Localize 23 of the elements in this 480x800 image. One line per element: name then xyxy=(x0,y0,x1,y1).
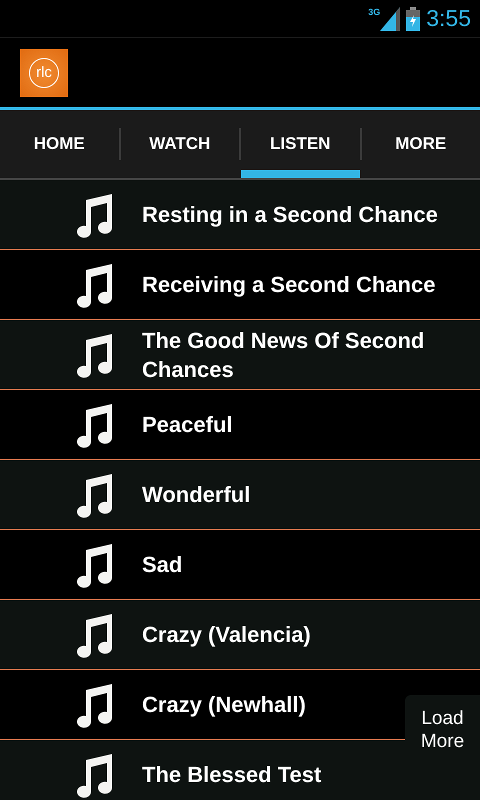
music-note-icon xyxy=(74,262,114,308)
track-title[interactable]: Wonderful xyxy=(142,480,250,509)
track-title[interactable]: Crazy (Valencia) xyxy=(142,620,311,649)
network-type: 3G xyxy=(368,7,380,17)
music-note-icon xyxy=(74,332,114,378)
track-title[interactable]: Sad xyxy=(142,550,182,579)
music-note-icon xyxy=(74,402,114,448)
signal-icon xyxy=(380,6,400,30)
music-note-icon xyxy=(74,682,114,728)
track-title[interactable]: Receiving a Second Chance xyxy=(142,270,436,299)
track-title[interactable]: Peaceful xyxy=(142,410,232,439)
track-title[interactable]: Crazy (Newhall) xyxy=(142,690,306,719)
track-title[interactable]: The Blessed Test xyxy=(142,760,322,789)
music-note-icon xyxy=(74,612,114,658)
battery-charging-icon xyxy=(406,6,420,30)
music-note-icon xyxy=(74,752,114,798)
music-note-icon xyxy=(74,542,114,588)
tab[interactable]: WATCH xyxy=(120,110,239,178)
music-note-icon xyxy=(74,192,114,238)
music-note-icon xyxy=(74,472,114,518)
clock: 3:55 xyxy=(426,5,471,32)
tab[interactable]: HOME xyxy=(0,110,118,178)
tab[interactable]: MORE xyxy=(362,110,480,178)
